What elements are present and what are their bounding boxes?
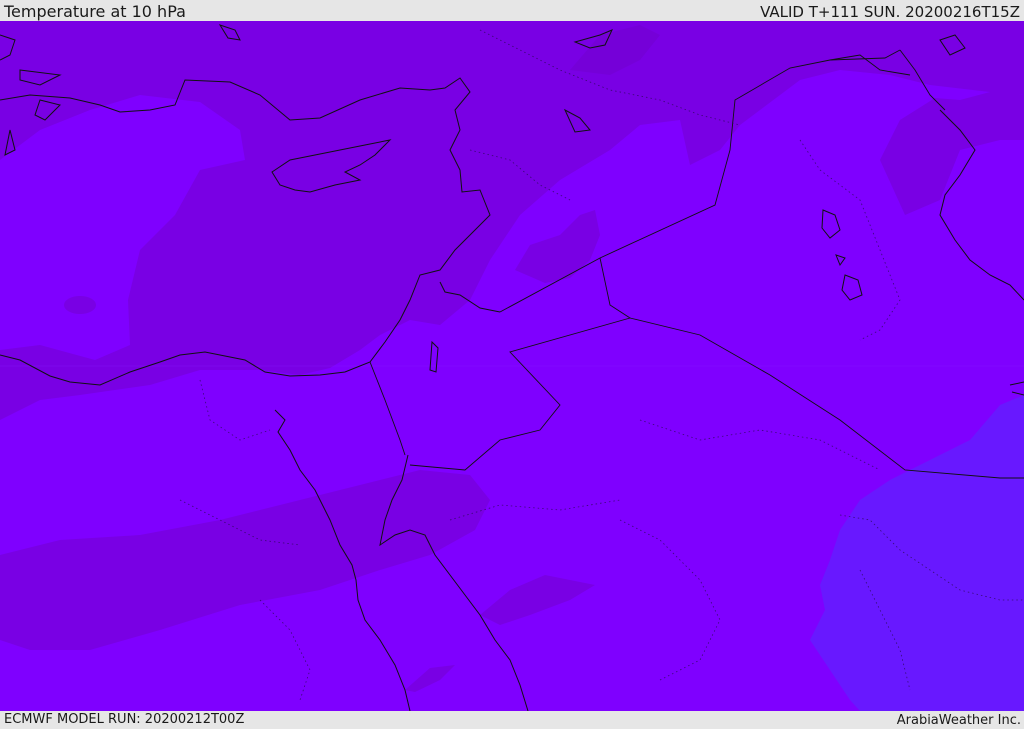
valid-time: VALID T+111 SUN. 20200216T15Z	[760, 3, 1020, 21]
map-footer: ECMWF MODEL RUN: 20200212T00Z ArabiaWeat…	[0, 711, 1024, 729]
map-title: Temperature at 10 hPa	[4, 2, 186, 21]
map-header: Temperature at 10 hPa VALID T+111 SUN. 2…	[0, 0, 1024, 21]
model-run: ECMWF MODEL RUN: 20200212T00Z	[4, 712, 245, 727]
temperature-field-warm-spot	[64, 296, 96, 314]
temperature-field-map	[0, 21, 1024, 711]
credit-text: ArabiaWeather Inc.	[896, 713, 1021, 728]
weather-map[interactable]	[0, 21, 1024, 711]
